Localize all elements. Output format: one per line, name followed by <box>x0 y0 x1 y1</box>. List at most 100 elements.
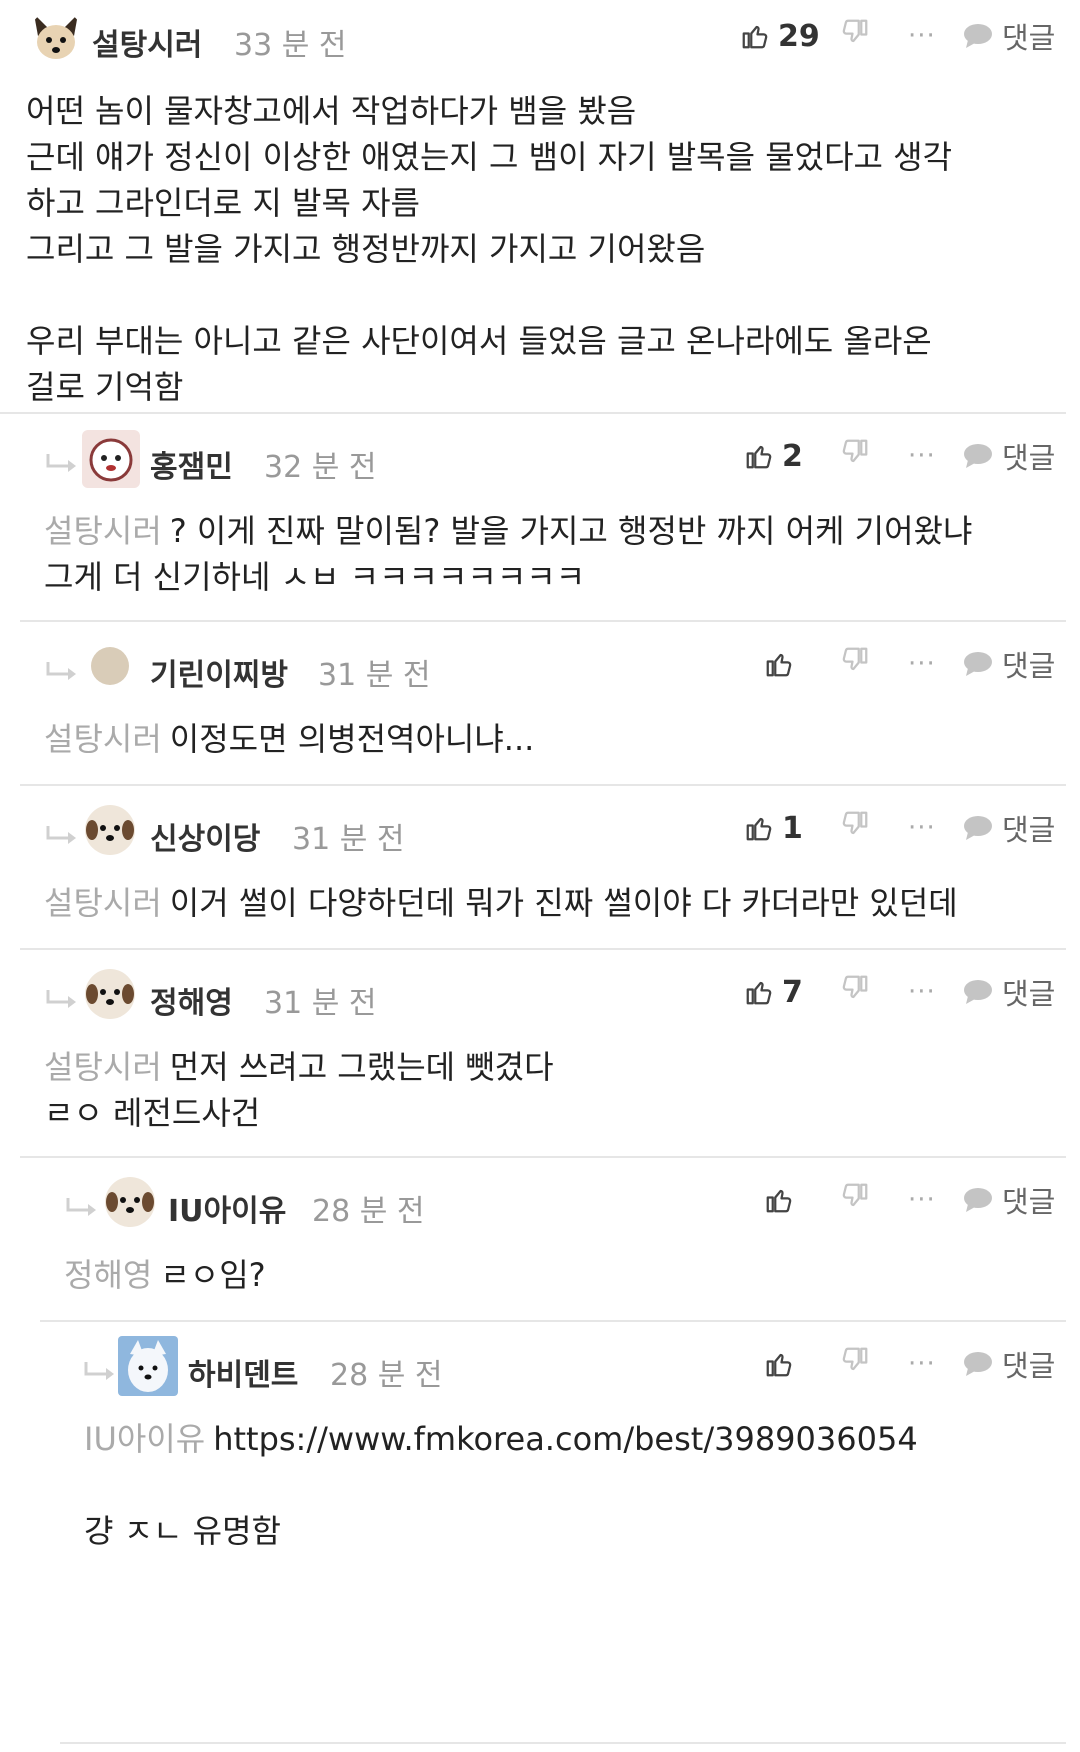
dislike-button[interactable] <box>840 1180 880 1220</box>
avatar[interactable] <box>28 10 84 66</box>
comment-line: 설탕시러? 이게 진짜 말이됨? 발을 가지고 행정반 까지 어케 기어왔냐 <box>44 512 973 550</box>
comment-header: 기린이찌방 31 분 전 ··· 댓글 <box>0 638 1080 698</box>
like-count: 2 <box>782 438 803 474</box>
comment-thread: 설탕시러 33 분 전 29 ··· 댓글 어떤 놈이 물자창고에서 작업하다가… <box>0 0 1080 1752</box>
comment-line: 걍 ㅈㄴ 유명함 <box>84 1512 281 1550</box>
thumbs-down-icon <box>842 811 868 835</box>
comment-item: 하비덴트 28 분 전 ··· 댓글 IU아이유 https://www.fmko… <box>0 1322 1080 1572</box>
dislike-button[interactable] <box>840 808 880 848</box>
like-count: 29 <box>778 18 820 54</box>
comment-header: IU아이유 28 분 전 ··· 댓글 <box>0 1174 1080 1234</box>
avatar[interactable] <box>84 804 136 856</box>
comment-line: 근데 얘가 정신이 이상한 애였는지 그 뱀이 자기 발목을 물었다고 생각 <box>26 138 953 176</box>
dislike-button[interactable] <box>840 16 880 56</box>
reply-label: 댓글 <box>1002 977 1056 1011</box>
thumbs-up-icon <box>766 1353 792 1377</box>
like-button[interactable] <box>764 644 802 684</box>
comment-body: IU아이유 https://www.fmkorea.com/best/398903… <box>84 1416 918 1554</box>
comment-item: 기린이찌방 31 분 전 ··· 댓글 설탕시러 이정도면 의병전역아니냐... <box>0 622 1080 784</box>
comment-actions: 1 ··· 댓글 <box>740 802 1080 862</box>
like-button[interactable]: 1 <box>744 808 803 848</box>
avatar[interactable] <box>84 968 136 1020</box>
reply-button[interactable]: 댓글 <box>962 808 1055 848</box>
reply-button[interactable]: 댓글 <box>962 972 1055 1012</box>
more-button[interactable]: ··· <box>908 808 948 848</box>
comment-body: 설탕시러? 이게 진짜 말이됨? 발을 가지고 행정반 까지 어케 기어왔냐 그… <box>44 508 972 600</box>
dislike-button[interactable] <box>840 436 880 476</box>
more-button[interactable]: ··· <box>908 436 948 476</box>
avatar[interactable] <box>104 1176 156 1228</box>
reply-label: 댓글 <box>1002 813 1056 847</box>
like-button[interactable] <box>764 1180 802 1220</box>
comment-line: 설탕시러 먼저 쓰려고 그랬는데 뺏겼다 <box>44 1048 554 1086</box>
like-button[interactable]: 7 <box>744 972 803 1012</box>
timestamp: 32 분 전 <box>264 450 377 485</box>
author-name[interactable]: 신상이당 <box>150 814 260 858</box>
comment-actions: 2 ··· 댓글 <box>740 430 1080 490</box>
reply-label: 댓글 <box>1002 21 1056 55</box>
avatar[interactable] <box>82 430 140 488</box>
like-count: 1 <box>782 810 803 846</box>
author-name[interactable]: 설탕시러 <box>92 20 202 64</box>
reply-button[interactable]: 댓글 <box>962 436 1055 476</box>
comment-body: 어떤 놈이 물자창고에서 작업하다가 뱀을 봤음 근데 얘가 정신이 이상한 애… <box>26 88 952 410</box>
timestamp: 31 분 전 <box>264 986 377 1021</box>
author-name[interactable]: 하비덴트 <box>188 1350 298 1394</box>
comment-item: IU아이유 28 분 전 ··· 댓글 정해영 ㄹㅇ임? <box>0 1158 1080 1320</box>
thumbs-down-icon <box>842 439 868 463</box>
timestamp: 31 분 전 <box>318 658 431 693</box>
mention-tag[interactable]: 설탕시러 <box>44 720 162 758</box>
reply-button[interactable]: 댓글 <box>962 644 1055 684</box>
author-name[interactable]: 기린이찌방 <box>150 650 288 694</box>
comment-line: 하고 그라인더로 지 발목 자름 <box>26 184 420 222</box>
thumbs-up-icon <box>766 653 792 677</box>
reply-button[interactable]: 댓글 <box>962 1180 1055 1220</box>
reply-arrow-icon <box>66 1198 96 1216</box>
comment-item: 설탕시러 33 분 전 29 ··· 댓글 어떤 놈이 물자창고에서 작업하다가… <box>0 0 1080 412</box>
reply-button[interactable]: 댓글 <box>962 1344 1055 1384</box>
avatar[interactable] <box>118 1336 178 1396</box>
more-button[interactable]: ··· <box>908 1344 948 1384</box>
comment-line: 어떤 놈이 물자창고에서 작업하다가 뱀을 봤음 <box>26 92 637 130</box>
mention-tag[interactable]: 설탕시러 <box>44 884 162 922</box>
dislike-button[interactable] <box>840 972 880 1012</box>
mention-tag[interactable]: IU아이유 <box>84 1420 205 1458</box>
author-name[interactable]: 홍잼민 <box>150 442 233 486</box>
author-name[interactable]: 정해영 <box>150 978 233 1022</box>
author-name[interactable]: IU아이유 <box>168 1186 286 1230</box>
like-button[interactable]: 2 <box>744 436 803 476</box>
comment-line: 정해영 ㄹㅇ임? <box>64 1256 266 1294</box>
thumbs-up-icon <box>746 981 772 1005</box>
avatar[interactable] <box>90 646 130 686</box>
comment-item: 신상이당 31 분 전 1 ··· 댓글 설탕시러 이거 썰이 다양하던데 뭐가 … <box>0 786 1080 948</box>
more-button[interactable]: ··· <box>908 972 948 1012</box>
thumbs-down-icon <box>842 647 868 671</box>
puppy-avatar-icon <box>85 805 135 855</box>
more-button[interactable]: ··· <box>908 16 948 56</box>
comment-header: 설탕시러 33 분 전 29 ··· 댓글 <box>0 10 1080 70</box>
reply-label: 댓글 <box>1002 1185 1056 1219</box>
mention-tag[interactable]: 설탕시러 <box>44 1048 162 1086</box>
comment-header: 홍잼민 32 분 전 2 ··· 댓글 <box>0 430 1080 490</box>
mention-tag[interactable]: 설탕시러 <box>44 512 162 550</box>
comment-item: 정해영 31 분 전 7 ··· 댓글 설탕시러 먼저 쓰려고 그랬는데 뺏겼다 … <box>0 950 1080 1156</box>
more-button[interactable]: ··· <box>908 1180 948 1220</box>
comment-actions: 7 ··· 댓글 <box>740 966 1080 1026</box>
speech-bubble-icon <box>964 24 992 48</box>
dislike-button[interactable] <box>840 644 880 684</box>
more-button[interactable]: ··· <box>908 644 948 684</box>
speech-bubble-icon <box>964 816 992 840</box>
link[interactable]: https://www.fmkorea.com/best/3989036054 <box>213 1420 918 1458</box>
thumbs-up-icon <box>766 1189 792 1213</box>
mention-tag[interactable]: 정해영 <box>64 1256 152 1294</box>
thumbs-down-icon <box>842 1183 868 1207</box>
dog-avatar-icon <box>28 10 84 66</box>
reply-button[interactable]: 댓글 <box>962 16 1055 56</box>
white-dog-avatar-icon <box>118 1336 178 1396</box>
like-button[interactable] <box>764 1344 802 1384</box>
thumbs-down-icon <box>842 975 868 999</box>
comment-line: 걸로 기억함 <box>26 368 184 406</box>
comment-body: 설탕시러 이거 썰이 다양하던데 뭐가 진짜 썰이야 다 카더라만 있던데 <box>44 880 958 926</box>
dislike-button[interactable] <box>840 1344 880 1384</box>
like-button[interactable]: 29 <box>740 16 820 56</box>
